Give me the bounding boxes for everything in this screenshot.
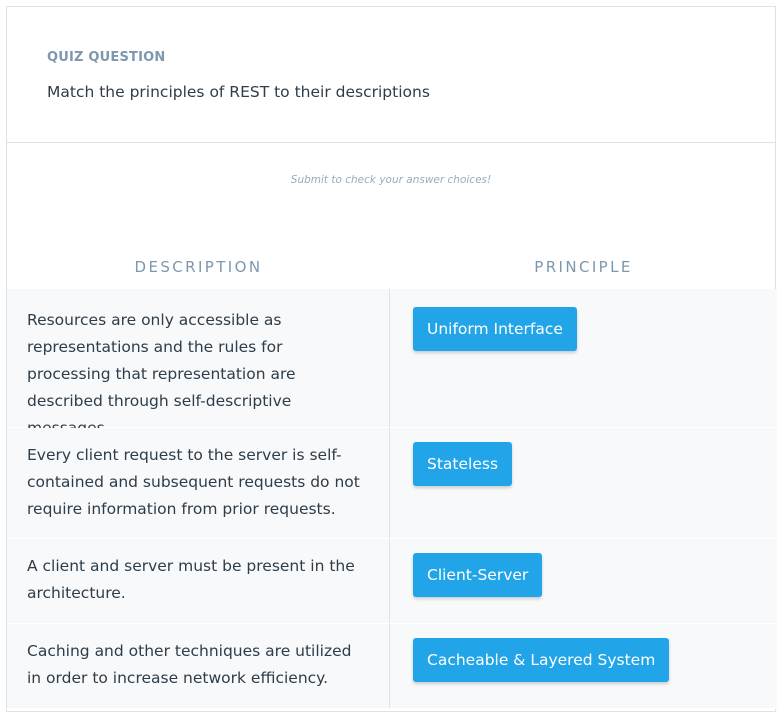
- description-cell: Resources are only accessible as represe…: [7, 289, 390, 437]
- quiz-eyebrow: QUIZ QUESTION: [47, 50, 166, 65]
- principle-chip-cacheable-layered-system[interactable]: Cacheable & Layered System: [413, 638, 670, 682]
- matching-table: Resources are only accessible as represe…: [7, 289, 777, 709]
- description-cell: Every client request to the server is se…: [7, 428, 390, 538]
- table-row: Resources are only accessible as represe…: [7, 289, 777, 437]
- principle-chip-client-server[interactable]: Client-Server: [413, 553, 543, 597]
- matching-table-header: DESCRIPTION PRINCIPLE: [7, 255, 777, 279]
- description-cell: A client and server must be present in t…: [7, 539, 390, 623]
- table-row: Every client request to the server is se…: [7, 428, 777, 539]
- description-cell: Caching and other techniques are utilize…: [7, 624, 390, 708]
- quiz-question: Match the principles of REST to their de…: [47, 83, 430, 101]
- principle-drop-zone[interactable]: Stateless: [390, 428, 777, 538]
- principle-drop-zone[interactable]: Client-Server: [390, 539, 777, 623]
- quiz-card: QUIZ QUESTION Match the principles of RE…: [6, 6, 777, 712]
- principle-chip-uniform-interface[interactable]: Uniform Interface: [413, 307, 577, 351]
- description-column-header: DESCRIPTION: [134, 258, 263, 276]
- table-row: Caching and other techniques are utilize…: [7, 624, 777, 709]
- table-row: A client and server must be present in t…: [7, 539, 777, 624]
- principle-drop-zone[interactable]: Uniform Interface: [390, 289, 777, 427]
- principle-column-header: PRINCIPLE: [534, 258, 633, 276]
- quiz-header: QUIZ QUESTION Match the principles of RE…: [7, 7, 775, 143]
- submit-hint: Submit to check your answer choices!: [290, 174, 492, 186]
- principle-drop-zone[interactable]: Cacheable & Layered System: [390, 624, 777, 708]
- principle-chip-stateless[interactable]: Stateless: [413, 442, 513, 486]
